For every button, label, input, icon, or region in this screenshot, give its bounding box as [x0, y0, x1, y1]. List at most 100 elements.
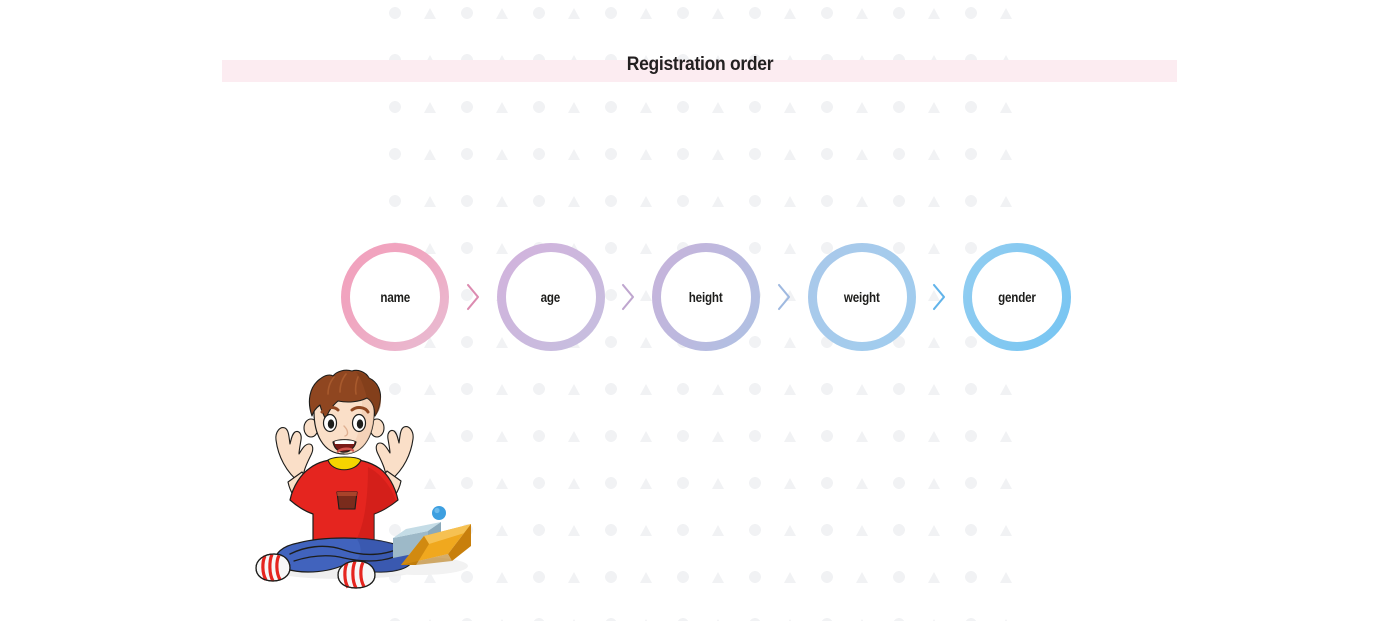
shirt: [289, 456, 399, 550]
step-circle-weight[interactable]: weight: [807, 243, 916, 351]
pattern-triangle-icon: [712, 525, 724, 536]
pattern-triangle-icon: [496, 384, 508, 395]
pattern-triangle-icon: [1000, 572, 1012, 583]
pattern-triangle-icon: [568, 196, 580, 207]
pattern-triangle-icon: [1000, 196, 1012, 207]
pattern-triangle-icon: [640, 8, 652, 19]
chevron-right-icon: [933, 283, 946, 311]
chevron-right-icon: [466, 283, 479, 311]
pattern-triangle-icon: [928, 384, 940, 395]
pattern-triangle-icon: [712, 384, 724, 395]
pattern-triangle-icon: [784, 8, 796, 19]
pattern-triangle-icon: [856, 572, 868, 583]
pattern-triangle-icon: [784, 384, 796, 395]
pattern-triangle-icon: [424, 8, 436, 19]
step-label: name: [380, 289, 410, 305]
pattern-triangle-icon: [568, 102, 580, 113]
chevron-right-icon: [622, 283, 635, 311]
pattern-triangle-icon: [856, 149, 868, 160]
pattern-triangle-icon: [568, 525, 580, 536]
pattern-triangle-icon: [712, 149, 724, 160]
step-circle-age[interactable]: age: [496, 243, 605, 351]
pattern-triangle-icon: [712, 196, 724, 207]
pattern-triangle-icon: [568, 478, 580, 489]
pattern-triangle-icon: [712, 478, 724, 489]
pattern-triangle-icon: [640, 102, 652, 113]
pattern-triangle-icon: [856, 384, 868, 395]
toy-ball-highlight: [434, 507, 440, 514]
pattern-triangle-icon: [1000, 102, 1012, 113]
pattern-triangle-icon: [712, 572, 724, 583]
pattern-triangle-icon: [928, 525, 940, 536]
pattern-triangle-icon: [712, 102, 724, 113]
registration-step-flow: name age height weight gender: [341, 243, 1071, 351]
pattern-triangle-icon: [856, 102, 868, 113]
step-label: gender: [998, 289, 1036, 305]
pattern-triangle-icon: [568, 431, 580, 442]
left-shoe: [255, 553, 291, 582]
pattern-triangle-icon: [928, 431, 940, 442]
pattern-triangle-icon: [784, 102, 796, 113]
pattern-triangle-icon: [496, 431, 508, 442]
pattern-triangle-icon: [496, 525, 508, 536]
toy-ball: [432, 506, 446, 520]
pattern-triangle-icon: [784, 525, 796, 536]
pattern-triangle-icon: [496, 102, 508, 113]
pattern-triangle-icon: [928, 102, 940, 113]
pattern-triangle-icon: [1000, 431, 1012, 442]
right-shoe: [337, 560, 376, 589]
step-circle-height[interactable]: height: [652, 243, 760, 351]
pattern-triangle-icon: [784, 572, 796, 583]
chevron-right-icon: [777, 283, 790, 311]
step-label: height: [689, 289, 723, 305]
pattern-triangle-icon: [712, 431, 724, 442]
pattern-triangle-icon: [568, 572, 580, 583]
pattern-triangle-icon: [784, 149, 796, 160]
pattern-triangle-icon: [856, 196, 868, 207]
boy-sitting-svg: [255, 369, 471, 589]
pattern-triangle-icon: [1000, 525, 1012, 536]
pattern-triangle-icon: [928, 149, 940, 160]
pattern-triangle-icon: [928, 196, 940, 207]
pattern-triangle-icon: [496, 572, 508, 583]
pattern-triangle-icon: [640, 525, 652, 536]
step-label: weight: [843, 289, 880, 305]
pattern-triangle-icon: [1000, 149, 1012, 160]
step-circle-name[interactable]: name: [341, 243, 449, 351]
step-separator-2: [605, 243, 653, 351]
step-separator-4: [916, 243, 964, 351]
pattern-triangle-icon: [640, 431, 652, 442]
step-separator-3: [760, 243, 808, 351]
pattern-triangle-icon: [496, 196, 508, 207]
pattern-triangle-icon: [568, 8, 580, 19]
page-title: Registration order: [626, 54, 774, 75]
pattern-triangle-icon: [1000, 478, 1012, 489]
pattern-triangle-icon: [640, 196, 652, 207]
pattern-triangle-icon: [1000, 8, 1012, 19]
pattern-triangle-icon: [784, 196, 796, 207]
pattern-triangle-icon: [640, 478, 652, 489]
pattern-triangle-icon: [784, 478, 796, 489]
pattern-triangle-icon: [856, 478, 868, 489]
pattern-triangle-icon: [496, 8, 508, 19]
pattern-triangle-icon: [640, 149, 652, 160]
head: [303, 369, 385, 455]
boy-sitting-illustration: [238, 368, 488, 598]
pattern-triangle-icon: [496, 149, 508, 160]
pattern-triangle-icon: [496, 478, 508, 489]
pattern-triangle-icon: [856, 525, 868, 536]
pattern-triangle-icon: [1000, 384, 1012, 395]
pattern-triangle-icon: [424, 102, 436, 113]
registration-order-page: Registration order name age height weigh…: [0, 0, 1400, 621]
step-circle-gender[interactable]: gender: [963, 243, 1071, 351]
pattern-triangle-icon: [424, 149, 436, 160]
pattern-triangle-icon: [712, 8, 724, 19]
pattern-triangle-icon: [568, 384, 580, 395]
pattern-triangle-icon: [928, 478, 940, 489]
step-label: age: [540, 289, 561, 305]
pattern-triangle-icon: [856, 8, 868, 19]
pattern-triangle-icon: [424, 196, 436, 207]
pattern-triangle-icon: [640, 572, 652, 583]
step-separator-1: [449, 243, 497, 351]
pattern-triangle-icon: [640, 384, 652, 395]
